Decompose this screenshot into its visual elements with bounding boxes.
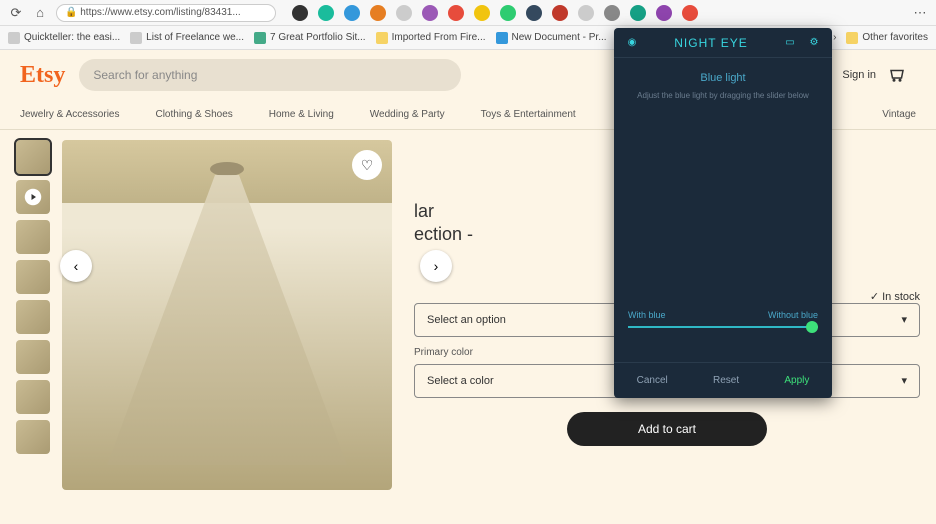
- extension-icon[interactable]: [474, 5, 490, 21]
- nighteye-popup: ◉ NIGHT EYE ▭ ⚙ Blue light Adjust the bl…: [614, 28, 832, 398]
- home-icon[interactable]: ⌂: [32, 5, 48, 21]
- extension-icon[interactable]: [604, 5, 620, 21]
- extension-icon[interactable]: [682, 5, 698, 21]
- menu-icon[interactable]: ⋯: [912, 5, 928, 21]
- url-text: https://www.etsy.com/listing/83431...: [80, 7, 240, 18]
- nighteye-gear-icon[interactable]: ⚙: [806, 35, 822, 51]
- extension-icon[interactable]: [318, 5, 334, 21]
- chevron-down-icon: ▾: [901, 374, 907, 387]
- slider-handle[interactable]: [806, 321, 818, 333]
- cart-icon[interactable]: [888, 66, 906, 84]
- nighteye-title: NIGHT EYE: [674, 36, 747, 50]
- slider-label-without: Without blue: [768, 310, 818, 320]
- thumbnail[interactable]: [16, 420, 50, 454]
- stock-badge: In stock: [870, 290, 920, 303]
- extension-icon[interactable]: [396, 5, 412, 21]
- extension-icon[interactable]: [630, 5, 646, 21]
- extension-icon[interactable]: [448, 5, 464, 21]
- thumbnail[interactable]: [16, 140, 50, 174]
- category-link[interactable]: Toys & Entertainment: [481, 109, 576, 120]
- prev-image-button[interactable]: ‹: [60, 250, 92, 282]
- url-bar[interactable]: 🔒 https://www.etsy.com/listing/83431...: [56, 4, 276, 22]
- bookmark-item[interactable]: New Document - Pr...: [496, 32, 607, 44]
- category-vintage[interactable]: Vintage: [882, 109, 916, 120]
- add-to-cart-button[interactable]: Add to cart: [567, 412, 767, 446]
- nighteye-reset[interactable]: Reset: [713, 375, 739, 386]
- thumbnail[interactable]: [16, 220, 50, 254]
- nighteye-chat-icon[interactable]: ▭: [782, 35, 798, 51]
- search-input[interactable]: Search for anything: [79, 59, 461, 91]
- thumbnail[interactable]: [16, 260, 50, 294]
- other-favorites[interactable]: Other favorites: [846, 32, 928, 44]
- thumbnail[interactable]: [16, 180, 50, 214]
- extension-icon[interactable]: [370, 5, 386, 21]
- thumbnail[interactable]: [16, 300, 50, 334]
- bookmark-item[interactable]: List of Freelance we...: [130, 32, 244, 44]
- thumbnail-list: [16, 140, 50, 490]
- extension-icon[interactable]: [500, 5, 516, 21]
- category-link[interactable]: Jewelry & Accessories: [20, 109, 119, 120]
- extension-row: [292, 5, 698, 21]
- main-image-wrap: ♡: [62, 140, 392, 490]
- bookmark-item[interactable]: Imported From Fire...: [376, 32, 486, 44]
- extension-icon[interactable]: [344, 5, 360, 21]
- nighteye-back-icon[interactable]: ◉: [624, 35, 640, 51]
- bookmark-item[interactable]: Quickteller: the easi...: [8, 32, 120, 44]
- category-link[interactable]: Wedding & Party: [370, 109, 445, 120]
- extension-icon[interactable]: [552, 5, 568, 21]
- extension-icon[interactable]: [292, 5, 308, 21]
- browser-toolbar: ⟳ ⌂ 🔒 https://www.etsy.com/listing/83431…: [0, 0, 936, 26]
- nighteye-subtitle: Blue light: [628, 72, 818, 84]
- category-link[interactable]: Clothing & Shoes: [155, 109, 232, 120]
- extension-icon[interactable]: [422, 5, 438, 21]
- category-link[interactable]: Home & Living: [269, 109, 334, 120]
- thumbnail[interactable]: [16, 340, 50, 374]
- extension-icon[interactable]: [578, 5, 594, 21]
- favorite-button[interactable]: ♡: [352, 150, 382, 180]
- extension-icon[interactable]: [656, 5, 672, 21]
- bookmark-chevron[interactable]: ›: [833, 32, 836, 43]
- refresh-icon[interactable]: ⟳: [8, 5, 24, 21]
- nighteye-desc: Adjust the blue light by dragging the sl…: [628, 90, 818, 101]
- blue-light-slider[interactable]: [628, 326, 818, 328]
- play-icon: [16, 180, 50, 214]
- etsy-logo[interactable]: Etsy: [20, 62, 65, 89]
- nighteye-cancel[interactable]: Cancel: [637, 375, 668, 386]
- nighteye-apply[interactable]: Apply: [784, 375, 809, 386]
- signin-link[interactable]: Sign in: [842, 69, 876, 81]
- extension-icon[interactable]: [526, 5, 542, 21]
- thumbnail[interactable]: [16, 380, 50, 414]
- chevron-down-icon: ▾: [901, 313, 907, 326]
- slider-label-with: With blue: [628, 310, 666, 320]
- bookmark-item[interactable]: 7 Great Portfolio Sit...: [254, 32, 366, 44]
- product-image[interactable]: ♡: [62, 140, 392, 490]
